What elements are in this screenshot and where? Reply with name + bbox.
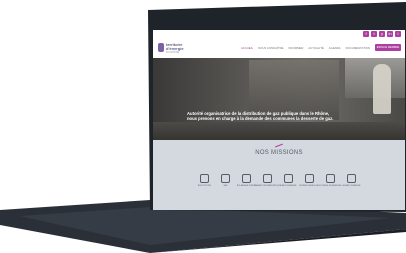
nav-item-about[interactable]: NOUS CONNAÎTRE <box>258 46 283 50</box>
main-navigation: territoire d'énergie DU RHÔNE ACCUEIL NO… <box>153 38 405 59</box>
purchase-icon <box>347 174 356 183</box>
facebook-icon[interactable]: f <box>363 31 369 37</box>
nav-menu: ACCUEIL NOUS CONNAÎTRE INFORMER ACTUALIT… <box>241 46 388 50</box>
logo-line3: DU RHÔNE <box>166 51 180 54</box>
lighting-icon <box>242 174 251 183</box>
mission-label: BORNES VÉHICULES <box>299 185 320 187</box>
missions-icon-list: ÉLECTRICITÉ GAZ ÉCLAIRAGE PUBLIC TRANSIT… <box>197 174 361 187</box>
mission-label: TRANSITION ÉNERGÉTIQUE <box>253 185 282 187</box>
missions-title: NOS MISSIONS <box>255 150 303 156</box>
nav-item-agenda[interactable]: AGENDA <box>329 46 341 50</box>
nav-item-inform[interactable]: INFORMER <box>288 46 303 50</box>
linkedin-icon[interactable]: in <box>387 31 393 37</box>
mission-label: GAZ <box>223 185 228 187</box>
instagram-icon[interactable]: i <box>395 31 401 37</box>
charging-icon <box>305 174 314 183</box>
top-bar: f t y in i <box>153 30 405 38</box>
site-logo[interactable]: territoire d'énergie DU RHÔNE <box>158 41 188 55</box>
hero-text: Autorité organisatrice de la distributio… <box>187 111 334 122</box>
mission-energy-transition[interactable]: TRANSITION ÉNERGÉTIQUE <box>254 174 281 187</box>
nav-item-home[interactable]: ACCUEIL <box>241 46 253 50</box>
energy-transition-icon <box>263 174 272 183</box>
gas-icon <box>221 174 230 183</box>
hero-worker-image <box>373 64 391 114</box>
nav-item-news[interactable]: ACTUALITÉ <box>308 46 323 50</box>
social-links: f t y in i <box>363 31 401 37</box>
hero-ground <box>153 122 405 140</box>
electricity-icon <box>200 174 209 183</box>
hero-banner: Autorité organisatrice de la distributio… <box>153 58 405 140</box>
mission-map[interactable]: CARTOGRAPHIE <box>281 174 296 187</box>
mission-label: ÉLECTRICITÉ <box>197 185 211 187</box>
mission-lighting[interactable]: ÉCLAIRAGE PUBLIC <box>237 174 256 187</box>
member-area-button[interactable]: ESPACE MEMBRE <box>375 44 401 51</box>
twitter-icon[interactable]: t <box>371 31 377 37</box>
mission-label: ACHAT D'ÉNERGIE <box>342 185 361 187</box>
map-icon <box>284 174 293 183</box>
missions-section: NOS MISSIONS ÉLECTRICITÉ GAZ ÉCLAIRAGE P… <box>153 140 405 210</box>
mission-gas[interactable]: GAZ <box>218 174 233 187</box>
mission-charging[interactable]: BORNES VÉHICULES <box>299 174 320 187</box>
advice-icon <box>326 174 335 183</box>
browser-screen: f t y in i territoire d'énergie DU RHÔNE… <box>153 30 405 210</box>
mission-label: CARTOGRAPHIE <box>280 185 297 187</box>
nav-item-docs[interactable]: DOCUMENTATION <box>346 46 370 50</box>
mission-purchase[interactable]: ACHAT D'ÉNERGIE <box>342 174 361 187</box>
mission-label: CONSEIL EN ÉNERGIE <box>319 185 342 187</box>
logo-mark-icon <box>158 43 164 52</box>
mission-electricity[interactable]: ÉLECTRICITÉ <box>197 174 212 187</box>
mission-advice[interactable]: CONSEIL EN ÉNERGIE <box>320 174 341 187</box>
youtube-icon[interactable]: y <box>379 31 385 37</box>
missions-accent-line <box>275 143 283 148</box>
